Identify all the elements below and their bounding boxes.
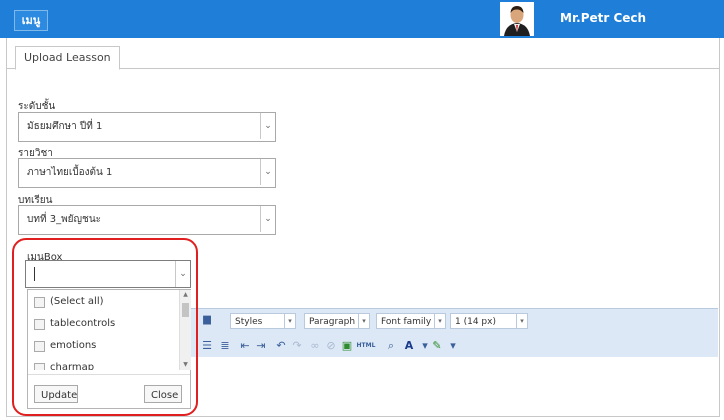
html-source-icon[interactable]: HTML	[356, 339, 376, 353]
user-name[interactable]: Mr.Petr Cech	[560, 11, 646, 25]
lesson-select[interactable]: บทที่ 3_พยัญชนะ ⌄	[18, 205, 276, 235]
level-select-value: มัธยมศึกษา ปีที่ 1	[27, 121, 103, 132]
menu-button[interactable]: เมนู	[14, 10, 48, 31]
lesson-select-value: บทที่ 3_พยัญชนะ	[27, 214, 102, 225]
user-avatar[interactable]	[500, 2, 534, 36]
subject-select-value: ภาษาไทยเบื้องต้น 1	[27, 167, 113, 178]
tab-strip: Upload Leasson	[7, 46, 719, 70]
paragraph-dropdown[interactable]: Paragraph ▾	[304, 313, 370, 329]
highlight-color-icon[interactable]: ✎	[430, 339, 444, 353]
highlight-annotation	[12, 238, 198, 416]
chevron-down-icon[interactable]: ⌄	[260, 206, 275, 232]
outdent-icon[interactable]: ⇤	[238, 339, 252, 353]
table-icon[interactable]: ▆	[200, 313, 214, 327]
tab-upload-lesson[interactable]: Upload Leasson	[15, 46, 120, 70]
bullet-list-icon[interactable]: ☰	[200, 339, 214, 353]
chevron-down-icon[interactable]: ⌄	[260, 159, 275, 185]
editor-toolbar: ▆ Styles ▾ Paragraph ▾ Font family ▾ 1 (14 …	[190, 308, 718, 357]
text-color-icon[interactable]: A	[402, 339, 416, 353]
unlink-icon[interactable]: ⊘	[324, 339, 338, 353]
redo-icon[interactable]: ↷	[290, 339, 304, 353]
indent-icon[interactable]: ⇥	[254, 339, 268, 353]
insert-image-icon[interactable]: ▣	[340, 339, 354, 353]
styles-dropdown[interactable]: Styles ▾	[230, 313, 296, 329]
numbered-list-icon[interactable]: ≣	[218, 339, 232, 353]
link-icon[interactable]: ∞	[308, 339, 322, 353]
font-family-dropdown[interactable]: Font family ▾	[376, 313, 446, 329]
chevron-down-icon[interactable]: ⌄	[260, 113, 275, 139]
subject-select[interactable]: ภาษาไทยเบื้องต้น 1 ⌄	[18, 158, 276, 188]
level-select[interactable]: มัธยมศึกษา ปีที่ 1 ⌄	[18, 112, 276, 142]
undo-icon[interactable]: ↶	[274, 339, 288, 353]
font-size-dropdown[interactable]: 1 (14 px) ▾	[450, 313, 528, 329]
chevron-down-icon[interactable]: ▾	[446, 339, 460, 353]
top-navigation-bar: เมนู Mr.Petr Cech	[0, 0, 724, 38]
search-replace-icon[interactable]: ⌕	[384, 339, 398, 353]
